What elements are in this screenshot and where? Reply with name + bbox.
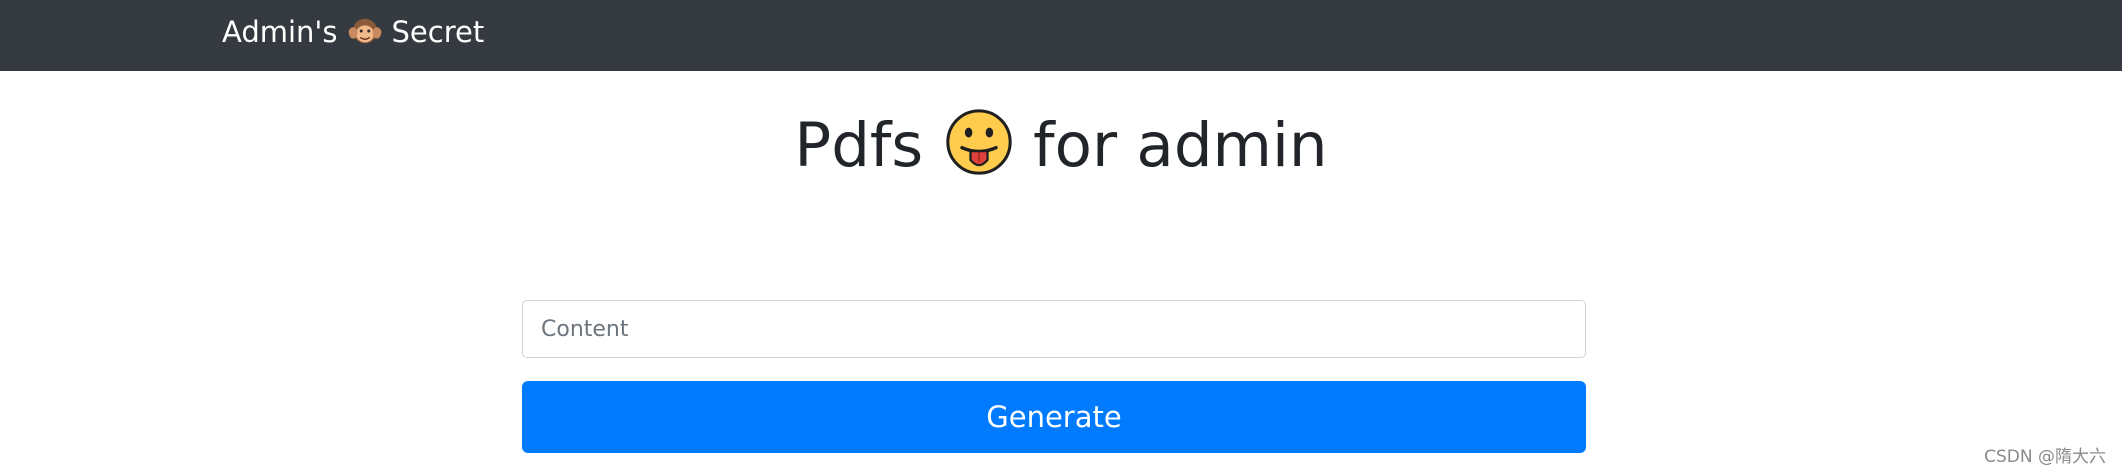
hear-no-evil-monkey-icon-svg xyxy=(347,18,382,44)
page: Admin's Secret Pdfs for admin Content Ge… xyxy=(0,0,2122,472)
watermark: CSDN @隋大六 xyxy=(1984,447,2106,467)
page-title-prefix: Pdfs xyxy=(794,110,924,181)
navbar-brand[interactable]: Admin's Secret xyxy=(222,0,484,64)
brand-suffix: Secret xyxy=(391,15,485,49)
brand-prefix: Admin's xyxy=(222,15,338,49)
tongue-out-face-icon xyxy=(945,108,1013,191)
page-title-suffix: for admin xyxy=(1033,110,1328,181)
page-title: Pdfs for admin xyxy=(0,108,2122,191)
generate-button[interactable]: Generate xyxy=(522,381,1586,453)
content-input[interactable] xyxy=(522,300,1586,358)
tongue-out-face-icon-svg xyxy=(946,109,1012,175)
navbar: Admin's Secret xyxy=(0,0,2122,71)
hear-no-evil-monkey-icon xyxy=(347,15,382,49)
